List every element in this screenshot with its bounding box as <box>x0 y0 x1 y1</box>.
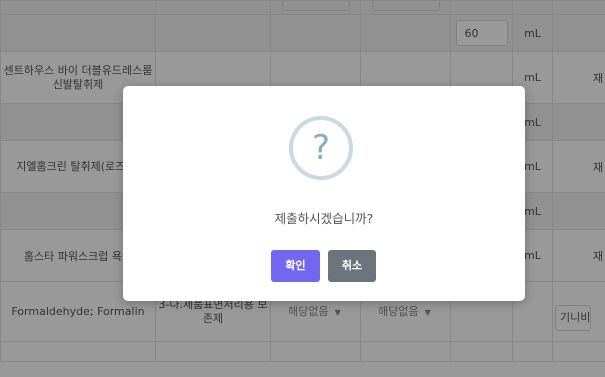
confirm-button[interactable]: 확인 <box>271 250 320 282</box>
dialog-message: 제출하시겠습니까? <box>274 211 374 226</box>
question-icon: ? <box>289 116 353 180</box>
cancel-button[interactable]: 취소 <box>328 250 376 282</box>
confirm-dialog: ? 제출하시겠습니까? 확인 취소 <box>123 86 525 301</box>
